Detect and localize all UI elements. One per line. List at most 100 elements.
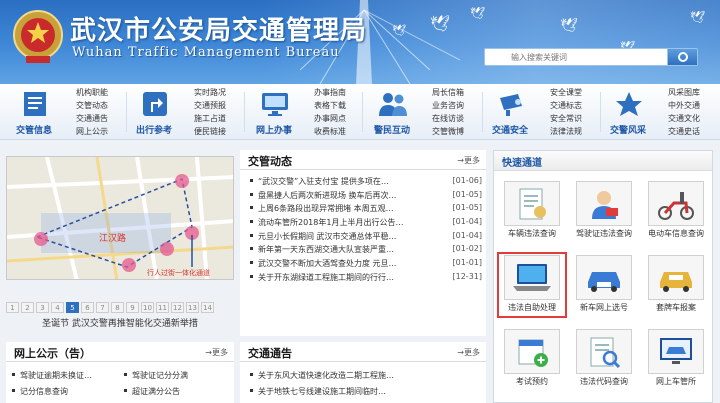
tile-self-service[interactable]: 违法自助处理 [497, 252, 567, 318]
nav-link[interactable]: 表格下载 [314, 99, 346, 112]
bullet-icon [250, 220, 253, 224]
nav-divider [600, 92, 601, 132]
nav-link[interactable]: 收费标准 [314, 125, 346, 138]
nav-link[interactable]: 在线访谈 [432, 112, 464, 125]
nav-links-style: 风采图库 中外交通 交通文化 交通史话 [668, 86, 700, 138]
nav-link[interactable]: 中外交通 [668, 99, 700, 112]
quick-services-header: 快速通道 [494, 151, 712, 171]
news-item[interactable]: 上周6条路段出现异常拥堵 本周五观… [01-05] [246, 203, 482, 217]
notice-title: 交通通告 [248, 347, 292, 360]
police-emblem-icon [13, 10, 63, 63]
tile-ebike-info[interactable]: 电动车信息查询 [642, 179, 710, 243]
pager-page[interactable]: 7 [96, 302, 109, 313]
list-item[interactable]: 关于地铁七号线建设施工期间临时… [246, 386, 386, 397]
tile-exam-booking[interactable]: 考试预约 [498, 327, 566, 391]
nav-link[interactable]: 交管微博 [432, 125, 464, 138]
bullet-icon [250, 261, 253, 265]
pager-page[interactable]: 8 [111, 302, 124, 313]
nav-link[interactable]: 网上公示 [76, 125, 108, 138]
star-icon[interactable] [612, 88, 646, 120]
document-list-icon[interactable] [18, 88, 52, 120]
nav-link[interactable]: 交通通告 [76, 112, 108, 125]
pager-page[interactable]: 2 [21, 302, 34, 313]
list-item[interactable]: 超证满分公告 [124, 386, 180, 397]
notice-header: 交通通告 →更多 [240, 342, 486, 362]
news-item[interactable]: 关于开东湖绿道工程施工期间的行行… [12-31] [246, 272, 482, 286]
pager-page[interactable]: 10 [141, 302, 154, 313]
nav-link[interactable]: 交通标志 [550, 99, 582, 112]
tile-license-violation[interactable]: 驾驶证违法查询 [570, 179, 638, 243]
public-title: 网上公示（告） [14, 347, 91, 360]
nav-link[interactable]: 安全课堂 [550, 86, 582, 99]
pager-page[interactable]: 3 [36, 302, 49, 313]
pager-page[interactable]: 1 [6, 302, 19, 313]
tile-online-dmv[interactable]: 网上车管所 [642, 327, 710, 391]
nav-link[interactable]: 交通史话 [668, 125, 700, 138]
slideshow-image[interactable]: 江汉路 行人过街一体化通道 [6, 156, 234, 280]
tile-cloned-plate-report[interactable]: 套牌车报案 [642, 253, 710, 317]
nav-link[interactable]: 交管动态 [76, 99, 108, 112]
news-item-date: [01-01] [452, 258, 483, 268]
list-item[interactable]: 驾驶证逾期未换证… [12, 370, 92, 381]
tile-violation-code[interactable]: 违法代码查询 [570, 327, 638, 391]
list-item[interactable]: 驾驶证记分分满 [124, 370, 188, 381]
document-icon [504, 181, 560, 226]
news-header: 交管动态 →更多 [240, 150, 486, 170]
nav-label-travel[interactable]: 出行参考 [136, 123, 172, 136]
news-item[interactable]: 盘黑捷人后两次新进现场 换车后再次… [01-05] [246, 190, 482, 204]
pager-page[interactable]: 6 [81, 302, 94, 313]
news-item[interactable]: “武汉交警”入驻支付宝 提供多项在… [01-06] [246, 176, 482, 190]
slideshow-caption[interactable]: 圣诞节 武汉交警再推智能化交通新举措 [6, 316, 234, 329]
notice-more-link[interactable]: →更多 [457, 347, 480, 358]
nav-link[interactable]: 业务咨询 [432, 99, 464, 112]
news-item-text: 流动车管所2018年1月上半月出行公告… [258, 218, 404, 228]
nav-link[interactable]: 便民链接 [194, 125, 226, 138]
news-item[interactable]: 流动车管所2018年1月上半月出行公告… [01-04] [246, 217, 482, 231]
monitor-icon[interactable] [258, 88, 292, 120]
pager-page[interactable]: 5 [66, 302, 79, 313]
pager-page[interactable]: 4 [51, 302, 64, 313]
news-item[interactable]: 武汉交警不断加大酒驾查处力度 元旦… [01-01] [246, 258, 482, 272]
nav-link[interactable]: 交通预报 [194, 99, 226, 112]
nav-link[interactable]: 交通文化 [668, 112, 700, 125]
nav-link[interactable]: 实时路况 [194, 86, 226, 99]
news-item-text: 上周6条路段出现异常拥堵 本周五观… [258, 204, 394, 214]
site-subtitle: Wuhan Traffic Management Bureau [72, 45, 340, 60]
bullet-icon [250, 192, 253, 196]
nav-label-interaction[interactable]: 警民互动 [374, 123, 410, 136]
nav-link[interactable]: 安全常识 [550, 112, 582, 125]
search-input[interactable] [485, 49, 667, 65]
nav-link[interactable]: 局长信箱 [432, 86, 464, 99]
nav-links-interaction: 局长信箱 业务咨询 在线访谈 交管微博 [432, 86, 464, 138]
nav-label-info[interactable]: 交管信息 [16, 123, 52, 136]
nav-link[interactable]: 办事指南 [314, 86, 346, 99]
nav-label-online[interactable]: 网上办事 [256, 123, 292, 136]
list-item[interactable]: 关于东风大道快速化改造二期工程施… [246, 370, 394, 381]
search-button[interactable] [667, 49, 697, 65]
pager-page[interactable]: 9 [126, 302, 139, 313]
tile-vehicle-violation[interactable]: 车辆违法查询 [498, 179, 566, 243]
dove-icon: 🕊 [392, 24, 406, 37]
pager-page[interactable]: 14 [201, 302, 214, 313]
camera-icon[interactable] [494, 88, 528, 120]
pager-page[interactable]: 12 [171, 302, 184, 313]
nav-link[interactable]: 风采图库 [668, 86, 700, 99]
pager-page[interactable]: 11 [156, 302, 169, 313]
list-item[interactable]: 记分信息查询 [12, 386, 68, 397]
nav-link[interactable]: 施工占道 [194, 112, 226, 125]
nav-link[interactable]: 办事网点 [314, 112, 346, 125]
nav-link[interactable]: 法律法规 [550, 125, 582, 138]
public-more-link[interactable]: →更多 [205, 347, 228, 358]
nav-link[interactable]: 机构职能 [76, 86, 108, 99]
news-item[interactable]: 新年第一天东西湖交通大队宣装严重… [01-02] [246, 244, 482, 258]
turn-sign-icon[interactable] [138, 88, 172, 120]
nav-label-safety[interactable]: 交通安全 [492, 123, 528, 136]
nav-label-style[interactable]: 交警风采 [610, 123, 646, 136]
news-more-link[interactable]: →更多 [457, 155, 480, 166]
tile-plate-selection[interactable]: 新车网上选号 [570, 253, 638, 317]
news-item-date: [01-06] [452, 176, 483, 185]
bullet-icon [250, 274, 253, 278]
news-item[interactable]: 元旦小长假期间 武汉市交通总体平稳… [01-04] [246, 231, 482, 245]
people-icon[interactable] [376, 88, 410, 120]
pager-page[interactable]: 13 [186, 302, 199, 313]
